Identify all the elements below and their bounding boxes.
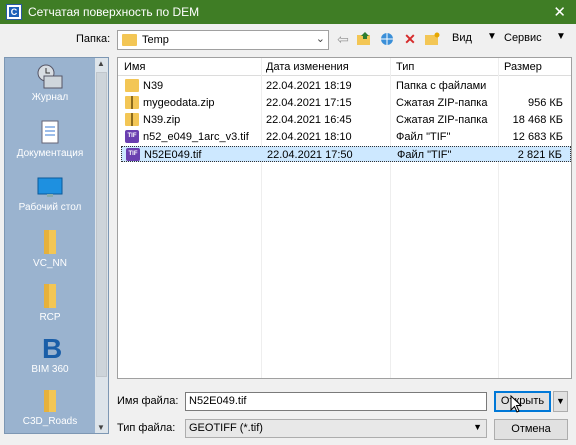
place-documents[interactable]: Документация — [7, 120, 93, 159]
file-row-selected[interactable]: TIF N52E049.tif 22.04.2021 17:50 Файл "T… — [121, 146, 571, 162]
places-bar: Журнал Документация Рабочий стол VC_NN R… — [4, 57, 109, 434]
file-date: 22.04.2021 18:19 — [266, 80, 352, 92]
zip-folder-icon — [125, 96, 139, 109]
place-label: Рабочий стол — [18, 202, 82, 213]
window-title: Сетчатая поверхность по DEM — [28, 5, 200, 19]
file-type: Файл "TIF" — [396, 131, 451, 143]
file-type: Сжатая ZIP-папка — [396, 97, 488, 109]
folder-icon — [122, 34, 137, 46]
file-type: Папка с файлами — [396, 80, 487, 92]
place-bim360[interactable]: B BIM 360 — [7, 332, 93, 375]
filename-label: Имя файла: — [117, 395, 179, 407]
delete-icon[interactable]: ✕ — [401, 30, 419, 48]
file-type: Сжатая ZIP-папка — [396, 114, 488, 126]
history-icon — [37, 64, 63, 89]
app-icon: C — [6, 4, 22, 20]
place-label: C3D_Roads — [22, 416, 78, 427]
file-row[interactable]: N39 22.04.2021 18:19 Папка с файлами — [121, 78, 571, 94]
tif-file-icon: TIF — [126, 148, 140, 161]
place-c3d-roads[interactable]: C3D_Roads — [7, 388, 93, 427]
file-list[interactable]: Имя Дата изменения Тип Размер N39 22.04.… — [117, 57, 572, 379]
file-name: N39.zip — [143, 114, 181, 126]
file-size: 12 683 КБ — [512, 131, 563, 143]
chevron-down-icon[interactable]: ▼ — [556, 31, 566, 42]
places-scrollbar[interactable]: ▲ ▼ — [95, 58, 108, 433]
column-date[interactable]: Дата изменения — [266, 61, 349, 73]
chevron-down-icon[interactable]: ▼ — [97, 423, 105, 432]
tif-file-icon: TIF — [125, 130, 139, 143]
view-menu-button[interactable]: Вид — [452, 32, 472, 44]
chevron-down-icon[interactable]: ▼ — [487, 31, 497, 42]
file-list-header: Имя Дата изменения Тип Размер — [118, 58, 571, 76]
cancel-button[interactable]: Отмена — [494, 419, 568, 440]
back-arrow-icon[interactable]: ⇦ — [334, 30, 352, 48]
new-folder-icon[interactable] — [423, 30, 441, 48]
filetype-label: Тип файла: — [117, 422, 176, 434]
place-label: Документация — [16, 148, 84, 159]
file-type: Файл "TIF" — [397, 149, 452, 161]
filetype-value: GEOTIFF (*.tif) — [189, 422, 263, 434]
place-history[interactable]: Журнал — [7, 64, 93, 103]
scrollbar-thumb[interactable] — [96, 72, 107, 377]
column-type[interactable]: Тип — [396, 61, 414, 73]
column-size[interactable]: Размер — [504, 61, 542, 73]
title-bar: C Сетчатая поверхность по DEM ✕ — [0, 0, 576, 24]
folder-icon — [44, 390, 56, 412]
place-vc-nn[interactable]: VC_NN — [7, 228, 93, 269]
documents-icon — [41, 120, 59, 144]
file-name: mygeodata.zip — [143, 97, 215, 109]
file-date: 22.04.2021 17:50 — [267, 149, 353, 161]
search-web-icon[interactable] — [378, 30, 396, 48]
svg-text:B: B — [42, 333, 62, 362]
file-row[interactable]: mygeodata.zip 22.04.2021 17:15 Сжатая ZI… — [121, 95, 571, 111]
chevron-up-icon[interactable]: ▲ — [97, 59, 105, 68]
folder-label: Папка: — [76, 33, 111, 45]
file-size: 2 821 КБ — [517, 149, 562, 161]
place-label: BIM 360 — [31, 364, 69, 375]
folder-icon — [44, 284, 56, 308]
up-folder-icon[interactable] — [355, 30, 373, 48]
place-label: VC_NN — [33, 258, 67, 269]
file-name: n52_e049_1arc_v3.tif — [143, 131, 249, 143]
file-date: 22.04.2021 17:15 — [266, 97, 352, 109]
place-label: Журнал — [31, 92, 69, 103]
file-name: N52E049.tif — [144, 149, 202, 161]
folder-select[interactable]: Temp ⌄ — [117, 30, 329, 50]
file-name: N39 — [143, 80, 164, 92]
column-name[interactable]: Имя — [124, 61, 145, 73]
file-size: 956 КБ — [527, 97, 563, 109]
file-date: 22.04.2021 18:10 — [266, 131, 352, 143]
folder-value: Temp — [142, 34, 169, 46]
folder-icon — [125, 79, 139, 92]
file-row[interactable]: TIF n52_e049_1arc_v3.tif 22.04.2021 18:1… — [121, 129, 571, 145]
file-date: 22.04.2021 16:45 — [266, 114, 352, 126]
file-row[interactable]: N39.zip 22.04.2021 16:45 Сжатая ZIP-папк… — [121, 112, 571, 128]
place-rcp[interactable]: RCP — [7, 282, 93, 323]
close-button[interactable]: ✕ — [553, 3, 566, 21]
service-menu-button[interactable]: Сервис — [504, 32, 542, 44]
place-label: RCP — [39, 312, 61, 323]
desktop-icon — [37, 177, 63, 197]
zip-folder-icon — [125, 113, 139, 126]
chevron-down-icon[interactable]: ⌄ — [316, 32, 325, 45]
open-dropdown-button[interactable]: ▼ — [553, 391, 568, 412]
filetype-select[interactable]: GEOTIFF (*.tif) ▼ — [185, 419, 487, 438]
filename-input[interactable]: N52E049.tif — [185, 392, 487, 411]
bim360-icon: B — [42, 333, 62, 362]
chevron-down-icon[interactable]: ▼ — [473, 422, 482, 432]
place-desktop[interactable]: Рабочий стол — [7, 176, 93, 213]
file-dialog: C Сетчатая поверхность по DEM ✕ Папка: T… — [0, 0, 576, 445]
mouse-cursor-icon — [510, 395, 523, 413]
file-size: 18 468 КБ — [512, 114, 563, 126]
folder-icon — [44, 230, 56, 254]
